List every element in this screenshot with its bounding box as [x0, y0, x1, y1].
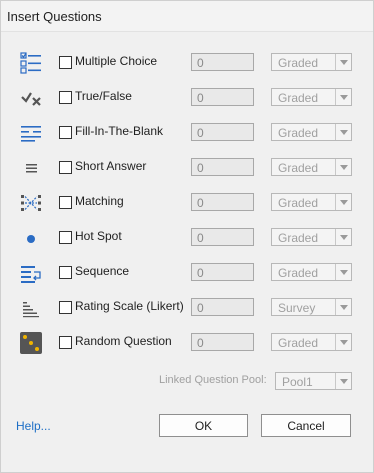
fill-in-the-blank-label: Fill-In-The-Blank — [75, 124, 164, 138]
multiple-choice-checkbox[interactable] — [59, 56, 72, 69]
random-question-count-field[interactable]: 0 — [191, 333, 254, 351]
chevron-down-icon — [335, 264, 351, 280]
matching-mode-value: Graded — [278, 196, 319, 210]
hot-spot-checkbox[interactable] — [59, 231, 72, 244]
help-link[interactable]: Help... — [16, 419, 51, 433]
random-question-mode-value: Graded — [278, 336, 319, 350]
sequence-mode-select[interactable]: Graded — [271, 263, 352, 281]
true-false-count-field[interactable]: 0 — [191, 88, 254, 106]
true-false-checkbox[interactable] — [59, 91, 72, 104]
random-question-checkbox[interactable] — [59, 336, 72, 349]
hot-spot-mode-select[interactable]: Graded — [271, 228, 352, 246]
chevron-down-icon — [335, 54, 351, 70]
short-answer-count-field[interactable]: 0 — [191, 158, 254, 176]
sequence-count-field[interactable]: 0 — [191, 263, 254, 281]
linked-question-pool-label: Linked Question Pool: — [159, 374, 267, 386]
hot-spot-mode-value: Graded — [278, 231, 319, 245]
question-row-multiple-choice: Multiple Choice 0 Graded — [1, 51, 373, 75]
chevron-down-icon — [335, 159, 351, 175]
dialog-title: Insert Questions — [7, 9, 102, 24]
fill-in-the-blank-count-field[interactable]: 0 — [191, 123, 254, 141]
multiple-choice-icon — [19, 51, 43, 75]
matching-label: Matching — [75, 194, 124, 208]
rating-scale-mode-select[interactable]: Survey — [271, 298, 352, 316]
matching-checkbox[interactable] — [59, 196, 72, 209]
multiple-choice-mode-value: Graded — [278, 56, 319, 70]
random-question-mode-select[interactable]: Graded — [271, 333, 352, 351]
hot-spot-count-field[interactable]: 0 — [191, 228, 254, 246]
chevron-down-icon — [335, 194, 351, 210]
matching-icon — [19, 191, 43, 215]
true-false-icon — [19, 86, 43, 110]
random-question-label: Random Question — [75, 334, 172, 348]
rating-scale-checkbox[interactable] — [59, 301, 72, 314]
question-row-sequence: Sequence 0 Graded — [1, 261, 373, 285]
short-answer-label: Short Answer — [75, 159, 147, 173]
chevron-down-icon — [335, 229, 351, 245]
multiple-choice-mode-select[interactable]: Graded — [271, 53, 352, 71]
question-row-fill-in-the-blank: Fill-In-The-Blank 0 Graded — [1, 121, 373, 145]
fill-in-the-blank-mode-value: Graded — [278, 126, 319, 140]
fill-in-the-blank-checkbox[interactable] — [59, 126, 72, 139]
sequence-checkbox[interactable] — [59, 266, 72, 279]
question-row-short-answer: Short Answer 0 Graded — [1, 156, 373, 180]
true-false-mode-value: Graded — [278, 91, 319, 105]
multiple-choice-label: Multiple Choice — [75, 54, 158, 68]
hot-spot-label: Hot Spot — [75, 229, 122, 243]
short-answer-icon — [19, 156, 43, 180]
sequence-icon — [19, 261, 43, 285]
fill-in-the-blank-mode-select[interactable]: Graded — [271, 123, 352, 141]
chevron-down-icon — [335, 299, 351, 315]
rating-scale-icon — [19, 296, 43, 320]
multiple-choice-count-field[interactable]: 0 — [191, 53, 254, 71]
question-row-random-question: Random Question 0 Graded — [1, 331, 373, 355]
question-row-rating-scale: Rating Scale (Likert) 0 Survey — [1, 296, 373, 320]
question-row-matching: Matching 0 Graded — [1, 191, 373, 215]
random-question-icon — [19, 331, 43, 355]
linked-question-pool-value: Pool1 — [282, 375, 313, 389]
chevron-down-icon — [335, 334, 351, 350]
matching-mode-select[interactable]: Graded — [271, 193, 352, 211]
hot-spot-icon — [19, 226, 43, 250]
linked-question-pool-select[interactable]: Pool1 — [275, 372, 352, 390]
sequence-label: Sequence — [75, 264, 130, 278]
title-bar: Insert Questions — [1, 1, 373, 32]
chevron-down-icon — [335, 89, 351, 105]
chevron-down-icon — [335, 124, 351, 140]
chevron-down-icon — [335, 373, 351, 389]
short-answer-checkbox[interactable] — [59, 161, 72, 174]
sequence-mode-value: Graded — [278, 266, 319, 280]
rating-scale-mode-value: Survey — [278, 301, 316, 315]
matching-count-field[interactable]: 0 — [191, 193, 254, 211]
true-false-mode-select[interactable]: Graded — [271, 88, 352, 106]
rating-scale-label: Rating Scale (Likert) — [75, 299, 184, 313]
short-answer-mode-value: Graded — [278, 161, 319, 175]
fill-in-blank-icon — [19, 121, 43, 145]
question-row-hot-spot: Hot Spot 0 Graded — [1, 226, 373, 250]
short-answer-mode-select[interactable]: Graded — [271, 158, 352, 176]
ok-button[interactable]: OK — [159, 414, 248, 437]
rating-scale-count-field[interactable]: 0 — [191, 298, 254, 316]
true-false-label: True/False — [75, 89, 132, 103]
cancel-button[interactable]: Cancel — [261, 414, 351, 437]
question-row-true-false: True/False 0 Graded — [1, 86, 373, 110]
insert-questions-dialog: Insert Questions Multiple Choice 0 Grade… — [0, 0, 374, 473]
